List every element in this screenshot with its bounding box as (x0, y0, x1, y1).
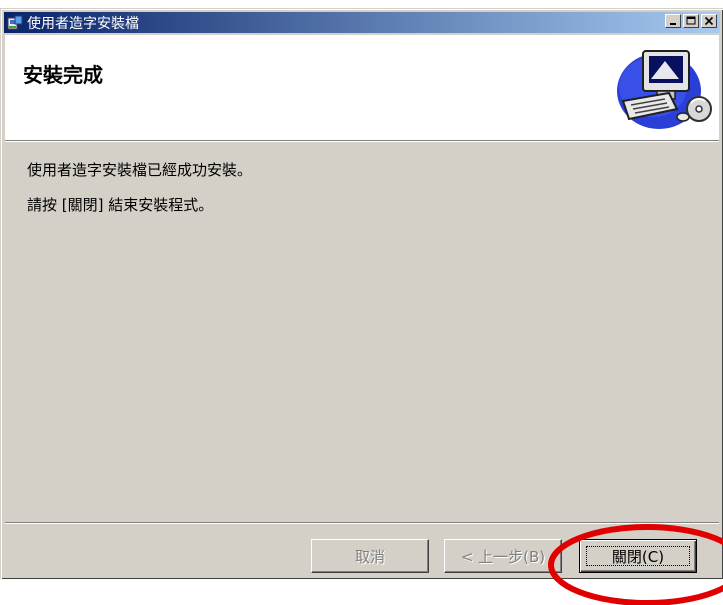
page-title: 安裝完成 (23, 63, 103, 87)
close-icon (702, 15, 716, 27)
back-button[interactable]: < 上一步(B) (444, 539, 562, 573)
header-banner: 安裝完成 (5, 35, 719, 141)
back-button-label: < 上一步(B) (460, 547, 546, 566)
title-bar[interactable]: 使用者造字安裝檔 (4, 12, 720, 33)
close-button[interactable] (701, 14, 717, 28)
close-dialog-button[interactable]: 關閉(C) (579, 539, 697, 573)
footer-divider-highlight (5, 523, 719, 524)
focus-rectangle (586, 546, 690, 566)
minimize-button[interactable] (665, 14, 681, 28)
installer-window: 使用者造字安裝檔 安裝完成 使用者造字安裝檔已經成功安裝。 請按 [關閉] 結束… (0, 8, 723, 605)
window-title: 使用者造字安裝檔 (27, 15, 139, 32)
minimize-icon (666, 15, 680, 27)
maximize-button[interactable] (683, 14, 699, 28)
computer-setup-icon (613, 43, 713, 135)
cancel-button[interactable]: 取消 (311, 539, 429, 573)
installer-app-icon (7, 15, 23, 31)
window-controls (663, 14, 717, 28)
banner-separator (5, 141, 719, 142)
maximize-icon (684, 15, 698, 27)
cancel-button-label: 取消 (354, 547, 385, 566)
success-message: 使用者造字安裝檔已經成功安裝。 (27, 161, 253, 179)
instruction-message: 請按 [關閉] 結束安裝程式。 (27, 196, 214, 214)
